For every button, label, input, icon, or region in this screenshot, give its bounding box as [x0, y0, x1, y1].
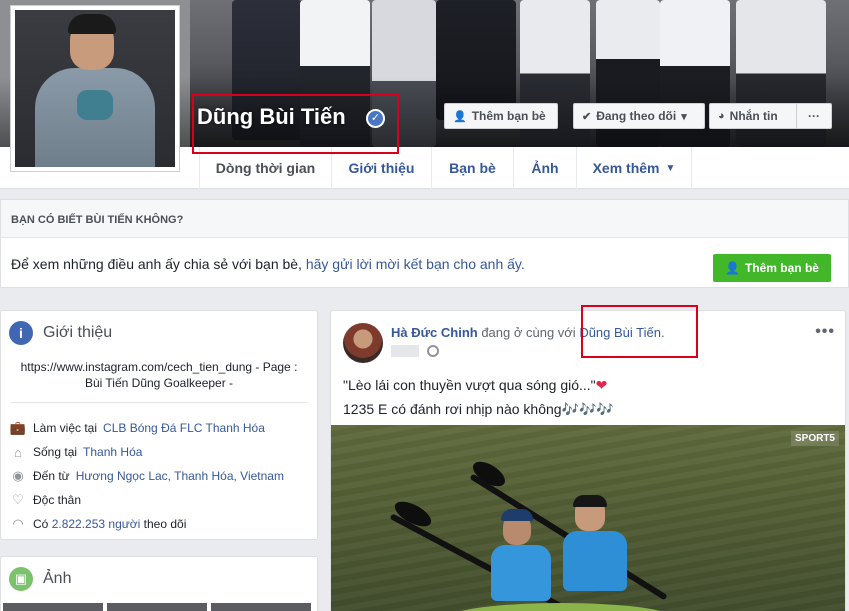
photo-thumbnail[interactable]	[211, 603, 311, 611]
post-line: "Lèo lái con thuyền vượt qua sóng gió...…	[343, 373, 614, 397]
tab-more[interactable]: Xem thêm ▼	[577, 147, 692, 189]
globe-icon: i	[9, 321, 33, 345]
intro-title: Giới thiệu	[43, 324, 113, 341]
message-button[interactable]: ◕ Nhắn tin	[709, 103, 800, 129]
intro-row-lives: ⌂ Sống tại Thanh Hóa	[9, 440, 309, 464]
chevron-down-icon: ▾	[681, 110, 687, 123]
intro-row-link[interactable]: CLB Bóng Đá FLC Thanh Hóa	[103, 421, 265, 435]
intro-row-prefix: Sống tại	[33, 445, 78, 459]
briefcase-icon: 💼	[9, 420, 27, 435]
facebook-profile-page: Dũng Bùi Tiến ✓ 👤 Thêm bạn bè ✔ Đang the…	[0, 0, 849, 611]
add-friend-green-button[interactable]: 👤 Thêm bạn bè	[713, 254, 831, 282]
add-friend-green-label: Thêm bạn bè	[744, 261, 819, 275]
tab-friends[interactable]: Bạn bè	[432, 147, 514, 189]
photo-thumbnails	[3, 603, 311, 611]
photos-title[interactable]: Ảnh	[43, 570, 71, 588]
intro-header: i Giới thiệu	[9, 321, 112, 345]
post-author-link[interactable]: Hà Đức Chinh	[391, 325, 478, 340]
intro-row-prefix: Làm việc tại	[33, 421, 98, 435]
intro-details-list: 💼 Làm việc tại CLB Bóng Đá FLC Thanh Hóa…	[9, 416, 309, 536]
photo-icon: ▣	[9, 567, 33, 591]
post-options-button[interactable]: •••	[815, 323, 835, 341]
photo-thumbnail[interactable]	[107, 603, 207, 611]
post-quote: "Lèo lái con thuyền vượt qua sóng gió...…	[343, 377, 596, 393]
profile-photo	[15, 10, 175, 167]
prompt-text: Để xem những điều anh ấy chia sẻ với bạn…	[11, 256, 525, 272]
check-icon: ✔	[582, 110, 592, 123]
post-timestamp[interactable]	[391, 345, 419, 357]
post-photo[interactable]: SPORT5	[331, 425, 845, 611]
send-request-link[interactable]: hãy gửi lời mời kết bạn cho anh ấy.	[306, 256, 525, 272]
profile-photo-glove	[77, 90, 113, 120]
tab-more-label: Xem thêm	[592, 160, 660, 176]
bio-line: Bùi Tiến Dũng Goalkeeper -	[84, 376, 234, 390]
intro-row-followers: ◠ Có 2.822.253 người theo dõi	[9, 512, 309, 536]
intro-row-prefix: Đến từ	[33, 469, 70, 483]
add-friend-label: Thêm bạn bè	[471, 109, 546, 123]
kayaker-front	[489, 509, 559, 611]
messenger-icon: ◕	[718, 110, 725, 122]
heart-icon: ♡	[12, 492, 24, 507]
intro-row-link[interactable]: Hương Ngọc Lac, Thanh Hóa, Vietnam	[76, 469, 284, 483]
intro-row-prefix: Có 2.822.253 người theo dõi	[33, 517, 186, 531]
highlight-box-tag	[581, 305, 698, 358]
kayaker-back	[561, 495, 631, 611]
divider	[11, 402, 307, 403]
add-friend-button[interactable]: 👤 Thêm bạn bè	[444, 103, 558, 129]
public-globe-icon[interactable]	[427, 345, 439, 357]
more-options-label: ···	[808, 109, 820, 123]
kayaker-body	[491, 545, 551, 601]
followers-link[interactable]: 2.822.253 người	[52, 517, 141, 531]
pin-icon: ◉	[12, 468, 24, 483]
photos-card: ▣ Ảnh	[0, 556, 318, 611]
tab-photos[interactable]: Ảnh	[514, 147, 577, 189]
photo-thumbnail[interactable]	[3, 603, 103, 611]
more-options-button[interactable]: ···	[796, 103, 832, 129]
kayaker-body	[563, 531, 627, 591]
home-icon: ⌂	[14, 444, 22, 460]
heart-emoji-icon: ❤	[595, 377, 608, 393]
add-friend-icon: 👤	[725, 261, 740, 275]
rss-icon: ◠	[12, 516, 24, 531]
intro-row-relationship: ♡ Độc thân	[9, 488, 309, 512]
intro-bio: https://www.instagram.com/cech_tien_dung…	[11, 359, 307, 391]
prompt-text-lead: Để xem những điều anh ấy chia sẻ với bạn…	[11, 256, 306, 272]
profile-picture[interactable]	[10, 5, 180, 172]
author-avatar[interactable]	[343, 323, 383, 363]
intro-row-from: ◉ Đến từ Hương Ngọc Lac, Thanh Hóa, Viet…	[9, 464, 309, 488]
post-with-text: đang ở cùng với	[477, 325, 580, 340]
profile-photo-hair	[68, 14, 116, 34]
bio-line[interactable]: https://www.instagram.com/cech_tien_dung…	[11, 359, 307, 375]
intro-card: i Giới thiệu https://www.instagram.com/c…	[0, 310, 318, 540]
followers-prefix: Có	[33, 517, 52, 531]
post-body: "Lèo lái con thuyền vượt qua sóng gió...…	[343, 373, 614, 421]
kayaker-hair	[573, 495, 607, 507]
caret-down-icon: ▼	[665, 162, 676, 174]
watermark-logo: SPORT5	[790, 431, 839, 446]
photos-header: ▣ Ảnh	[9, 567, 71, 591]
intro-row-prefix: Độc thân	[33, 493, 82, 507]
following-label: Đang theo dõi	[596, 109, 677, 123]
highlight-box-name	[192, 94, 399, 154]
post-meta	[391, 345, 439, 357]
prompt-heading: BẠN CÓ BIẾT BÙI TIẾN KHÔNG?	[1, 200, 848, 238]
post-line: 1235 E có đánh rơi nhịp nào không🎶🎶🎶	[343, 401, 614, 417]
followers-suffix: theo dõi	[140, 517, 187, 531]
intro-row-work: 💼 Làm việc tại CLB Bóng Đá FLC Thanh Hóa	[9, 416, 309, 440]
message-label: Nhắn tin	[729, 109, 778, 123]
following-button[interactable]: ✔ Đang theo dõi ▾	[573, 103, 705, 129]
add-friend-icon: 👤	[453, 110, 467, 123]
kayaker-cap	[501, 509, 533, 521]
intro-row-link[interactable]: Thanh Hóa	[83, 445, 142, 459]
